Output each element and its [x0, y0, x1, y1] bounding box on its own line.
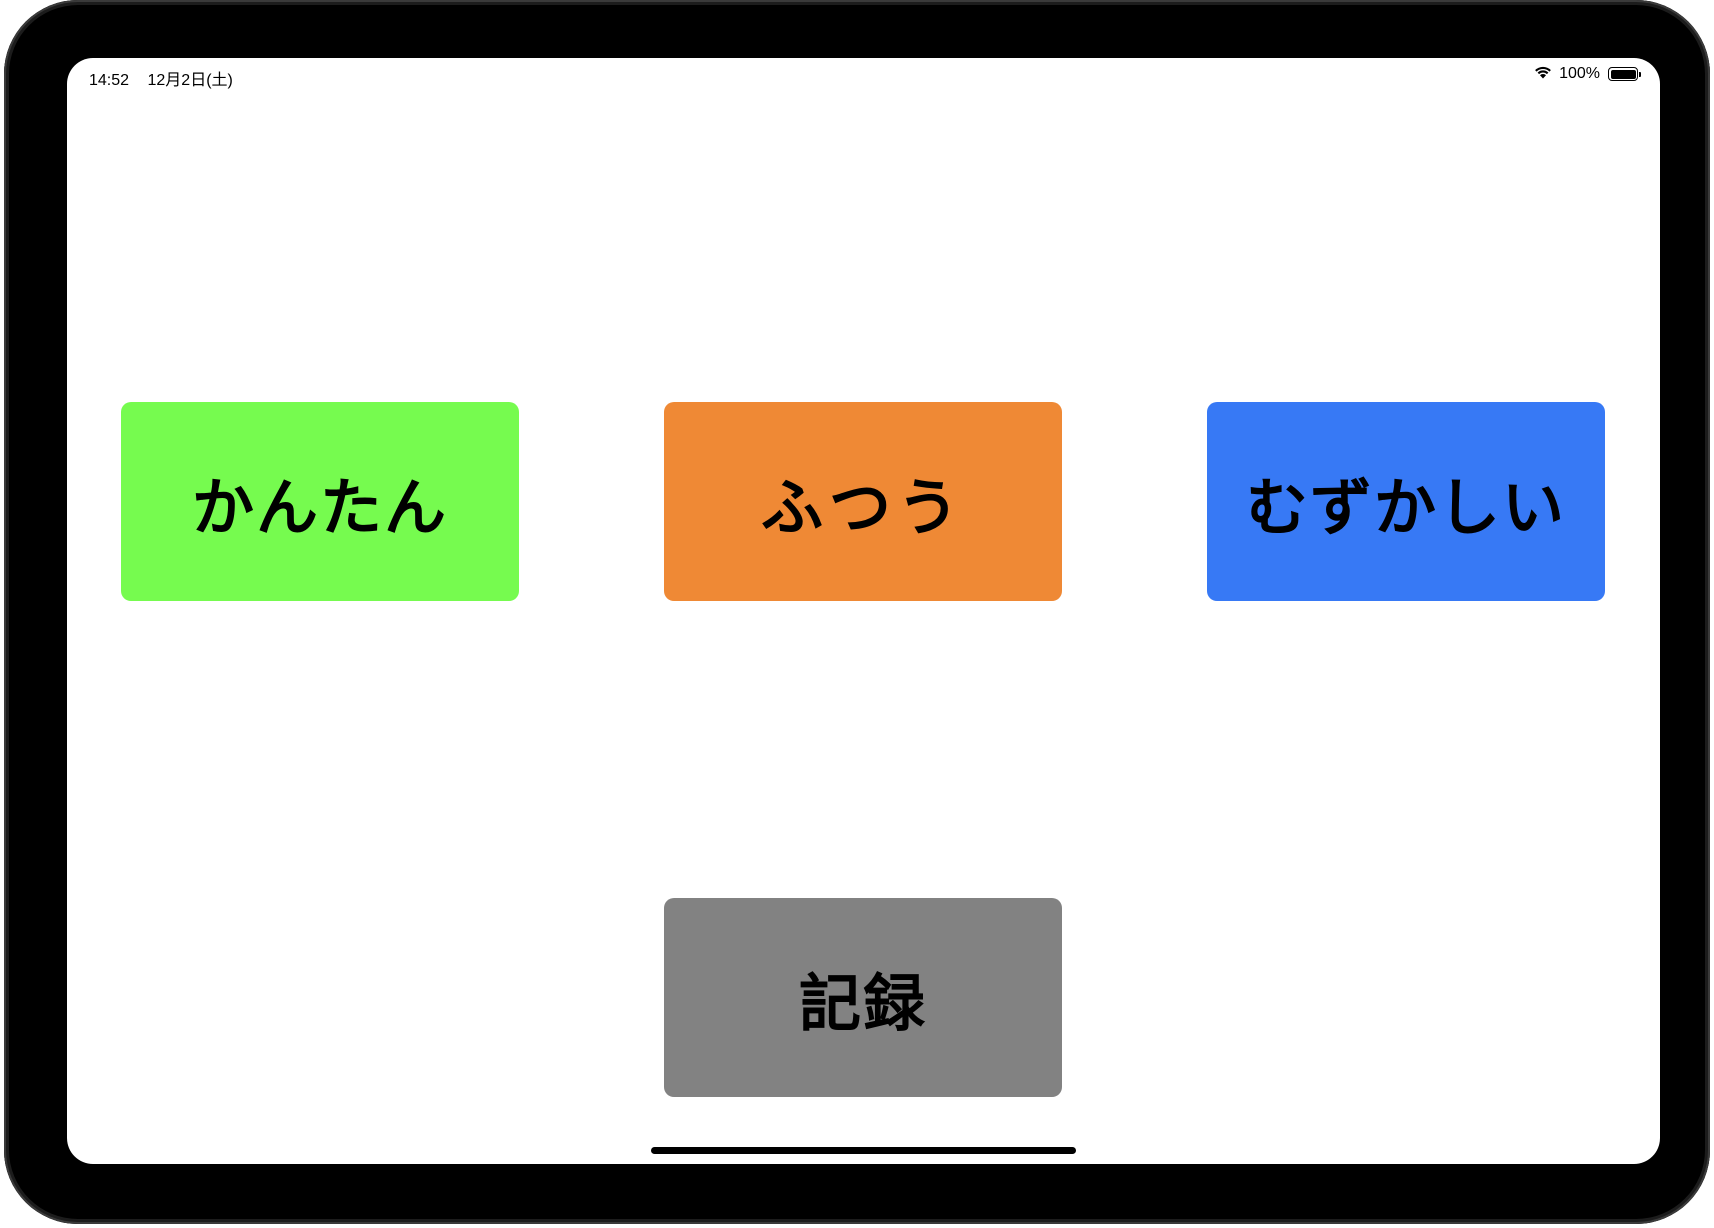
battery-percent: 100% [1559, 65, 1600, 82]
battery-icon [1608, 67, 1641, 81]
record-button[interactable]: 記録 [664, 898, 1062, 1097]
status-left: 14:52 12月2日(土) [89, 66, 233, 90]
status-right: 100% [1533, 64, 1641, 84]
status-date: 12月2日(土) [147, 72, 233, 89]
status-bar: 14:52 12月2日(土) 100% [67, 58, 1660, 92]
hard-button-label: むずかしい [1245, 470, 1566, 544]
screen: 14:52 12月2日(土) 100% かんたん ふつう むずかしい 記録 [67, 58, 1660, 1164]
battery-fill [1610, 69, 1636, 79]
status-time: 14:52 [89, 72, 130, 89]
record-button-label: 記録 [798, 966, 927, 1040]
normal-button-label: ふつう [760, 470, 965, 544]
easy-button[interactable]: かんたん [121, 402, 519, 601]
home-indicator[interactable] [651, 1147, 1076, 1154]
hard-button[interactable]: むずかしい [1207, 402, 1605, 601]
wifi-icon [1533, 64, 1553, 84]
easy-button-label: かんたん [191, 470, 448, 544]
normal-button[interactable]: ふつう [664, 402, 1062, 601]
battery-nub [1639, 71, 1641, 77]
ipad-frame: 14:52 12月2日(土) 100% かんたん ふつう むずかしい 記録 [4, 0, 1710, 1224]
